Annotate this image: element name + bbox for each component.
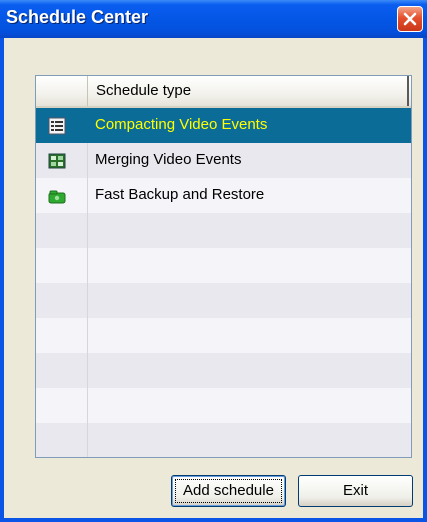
empty-row bbox=[36, 283, 411, 318]
header-icon-column[interactable] bbox=[36, 76, 88, 106]
row-icon-cell bbox=[36, 353, 88, 388]
row-icon-cell bbox=[36, 388, 88, 423]
list-item-merging-video-events[interactable]: Merging Video Events bbox=[36, 143, 411, 178]
exit-button[interactable]: Exit bbox=[298, 475, 413, 507]
empty-row bbox=[36, 213, 411, 248]
empty-row bbox=[36, 248, 411, 283]
list-header: Schedule type bbox=[36, 76, 411, 108]
row-icon-cell bbox=[36, 283, 88, 318]
row-icon-cell bbox=[36, 318, 88, 353]
empty-row bbox=[36, 423, 411, 457]
column-header-label: Schedule type bbox=[96, 82, 192, 99]
empty-row bbox=[36, 353, 411, 388]
row-icon-cell bbox=[36, 213, 88, 248]
list-item-compacting-video-events[interactable]: Compacting Video Events bbox=[36, 108, 411, 143]
add-schedule-label: Add schedule bbox=[175, 479, 282, 503]
row-icon-cell bbox=[36, 143, 88, 178]
list-item-fast-backup-and-restore[interactable]: Fast Backup and Restore bbox=[36, 178, 411, 213]
add-schedule-button[interactable]: Add schedule bbox=[171, 475, 286, 507]
schedule-center-window: Schedule Center Schedule type Compacting… bbox=[0, 0, 427, 522]
window-title: Schedule Center bbox=[6, 7, 149, 27]
close-icon bbox=[403, 12, 417, 26]
row-icon-cell bbox=[36, 108, 88, 143]
header-schedule-type-column[interactable]: Schedule type bbox=[88, 76, 409, 106]
compact-events-icon bbox=[48, 117, 66, 135]
list-item-label: Fast Backup and Restore bbox=[95, 186, 265, 203]
list-item-label: Merging Video Events bbox=[95, 151, 242, 168]
empty-row bbox=[36, 318, 411, 353]
schedule-list[interactable]: Schedule type Compacting Video Events Me… bbox=[35, 75, 412, 458]
title-bar[interactable]: Schedule Center bbox=[0, 0, 427, 38]
backup-restore-icon bbox=[48, 190, 66, 204]
row-icon-cell bbox=[36, 248, 88, 283]
row-icon-cell bbox=[36, 423, 88, 457]
row-icon-cell bbox=[36, 178, 88, 213]
list-item-label: Compacting Video Events bbox=[95, 116, 268, 133]
close-button[interactable] bbox=[397, 6, 423, 32]
empty-row bbox=[36, 388, 411, 423]
merge-events-icon bbox=[48, 153, 66, 169]
